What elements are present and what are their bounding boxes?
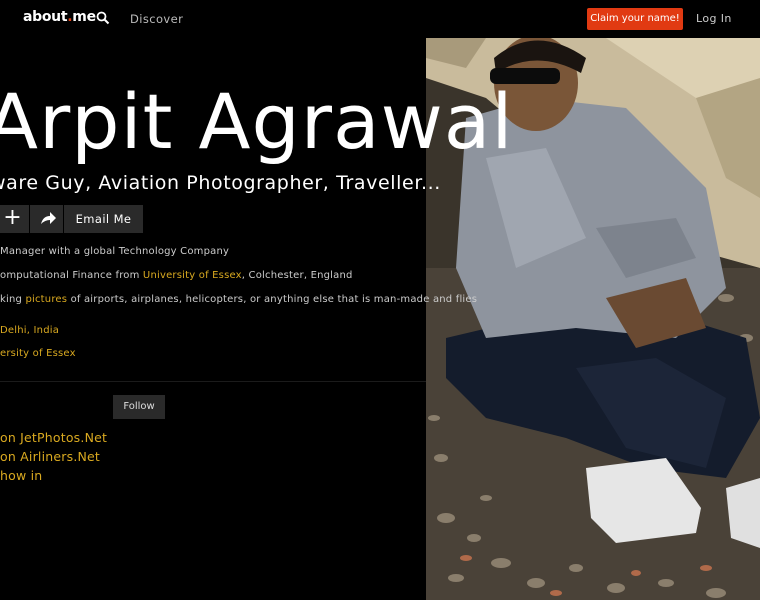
bio-text: Manager with a global Technology Company: [0, 246, 230, 257]
logo-suffix: me: [72, 9, 96, 25]
section-divider: [0, 381, 426, 382]
share-icon: [41, 212, 56, 224]
follow-button[interactable]: Follow: [113, 395, 165, 419]
claim-name-button[interactable]: Claim your name!: [587, 8, 683, 30]
bio-text: omputational Finance from: [0, 270, 143, 281]
location-link[interactable]: Delhi, India: [0, 325, 59, 336]
search-icon[interactable]: [96, 11, 110, 25]
plus-icon: +: [3, 205, 22, 230]
login-link[interactable]: Log In: [696, 12, 732, 25]
top-nav: about.me Discover Claim your name! Log I…: [0, 0, 760, 38]
add-button[interactable]: +: [0, 205, 29, 233]
bio-text: king: [0, 294, 26, 305]
jetphotos-link[interactable]: on JetPhotos.Net: [0, 430, 107, 445]
bio-text: , Colchester, England: [241, 270, 353, 281]
about-me-logo[interactable]: about.me: [23, 9, 96, 25]
share-button[interactable]: [30, 205, 63, 233]
university-link[interactable]: University of Essex: [143, 270, 242, 281]
logo-text: about: [23, 9, 68, 25]
bio-text: of airports, airplanes, helicopters, or …: [67, 294, 478, 305]
bio-line-job: Manager with a global Technology Company: [0, 246, 229, 257]
pictures-link[interactable]: pictures: [25, 294, 67, 305]
bio-line-photography: king pictures of airports, airplanes, he…: [0, 294, 477, 305]
education-link[interactable]: ersity of Essex: [0, 348, 76, 359]
email-me-button[interactable]: Email Me: [64, 205, 143, 233]
show-in-link[interactable]: how in: [0, 468, 42, 483]
discover-link[interactable]: Discover: [130, 12, 183, 26]
profile-headline: ware Guy, Aviation Photographer, Travell…: [0, 172, 441, 194]
profile-name: Arpit Agrawal: [0, 77, 514, 166]
bio-line-education: omputational Finance from University of …: [0, 270, 353, 281]
airliners-link[interactable]: on Airliners.Net: [0, 449, 100, 464]
